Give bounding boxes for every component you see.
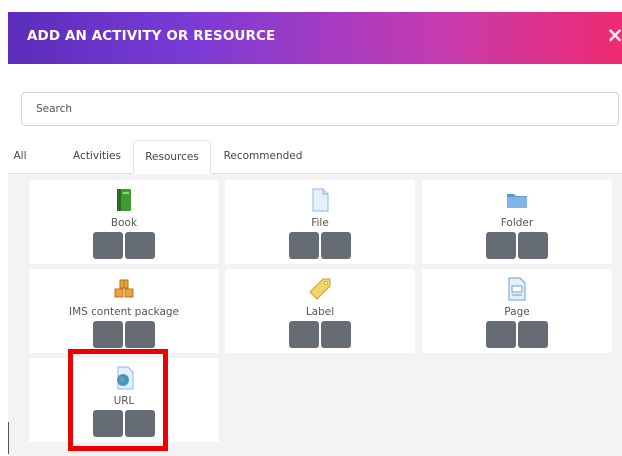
resource-label: Label <box>305 306 335 318</box>
url-highlight-box <box>68 349 168 451</box>
tab-all[interactable]: All <box>8 140 32 174</box>
page-icon <box>508 277 526 301</box>
info-button[interactable] <box>125 321 155 348</box>
tab-recommended[interactable]: Recommended <box>219 140 307 174</box>
info-button[interactable] <box>125 232 155 259</box>
action-buttons <box>486 321 549 348</box>
star-button[interactable] <box>486 232 516 259</box>
resource-label: IMS content package <box>68 306 180 318</box>
resource-card-label[interactable]: Label <box>225 269 415 353</box>
resource-card-folder[interactable]: Folder <box>422 180 612 264</box>
star-button[interactable] <box>289 321 319 348</box>
label-tag-icon <box>309 278 331 300</box>
book-icon <box>117 189 131 211</box>
star-button[interactable] <box>486 321 516 348</box>
dialog-header: ADD AN ACTIVITY OR RESOURCE × <box>8 12 622 64</box>
tab-bar: All Activities Resources Recommended <box>8 140 622 174</box>
resource-card-book[interactable]: Book <box>29 180 219 264</box>
resource-label: Book <box>110 217 138 229</box>
close-icon[interactable]: × <box>604 24 622 46</box>
action-buttons <box>93 321 156 348</box>
resource-card-ims-content-package[interactable]: IMS content package <box>29 269 219 353</box>
star-button[interactable] <box>93 232 123 259</box>
search-input[interactable]: Search <box>21 92 619 126</box>
info-button[interactable] <box>321 232 351 259</box>
tab-activities[interactable]: Activities <box>66 140 128 174</box>
resource-card-page[interactable]: Page <box>422 269 612 353</box>
info-button[interactable] <box>518 321 548 348</box>
file-icon <box>312 188 329 212</box>
resource-label: File <box>311 217 329 229</box>
action-buttons <box>289 232 352 259</box>
dialog-title: ADD AN ACTIVITY OR RESOURCE <box>27 28 276 44</box>
page-edge-rule <box>8 422 9 454</box>
resource-label: Page <box>504 306 530 318</box>
ims-package-icon <box>114 279 134 298</box>
resource-card-file[interactable]: File <box>225 180 415 264</box>
action-buttons <box>486 232 549 259</box>
info-button[interactable] <box>518 232 548 259</box>
info-button[interactable] <box>321 321 351 348</box>
action-buttons <box>289 321 352 348</box>
resource-label: Folder <box>500 217 534 229</box>
action-buttons <box>93 232 156 259</box>
star-button[interactable] <box>93 321 123 348</box>
star-button[interactable] <box>289 232 319 259</box>
tab-resources[interactable]: Resources <box>133 140 211 174</box>
folder-icon <box>507 194 527 208</box>
